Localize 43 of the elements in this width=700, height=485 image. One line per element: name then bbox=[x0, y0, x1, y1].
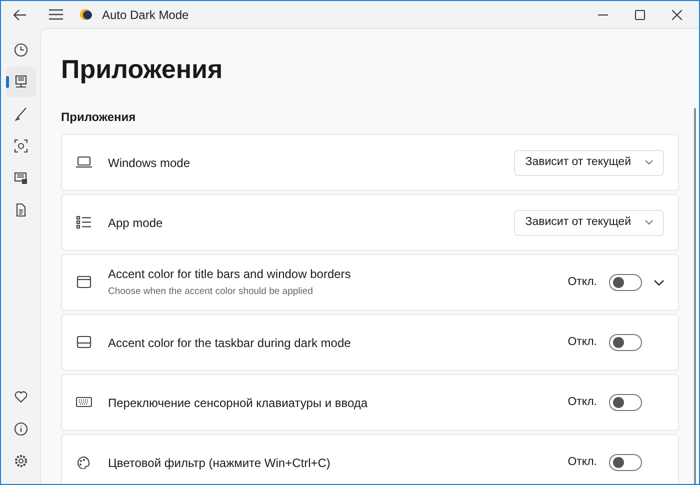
close-icon[interactable] bbox=[672, 10, 682, 20]
list-icon bbox=[76, 216, 92, 229]
heart-icon bbox=[14, 390, 28, 404]
toggle-switch[interactable] bbox=[609, 334, 642, 351]
setting-label: Accent color for the taskbar during dark mode bbox=[108, 334, 352, 352]
settings-icon bbox=[14, 454, 28, 468]
toggle-switch[interactable] bbox=[609, 274, 642, 291]
info-icon bbox=[14, 422, 28, 436]
brush-icon bbox=[14, 107, 28, 121]
palette-icon bbox=[76, 456, 92, 469]
caret-icon bbox=[645, 220, 653, 225]
scrollbar[interactable] bbox=[694, 108, 696, 484]
maximize-icon[interactable] bbox=[635, 10, 645, 20]
back-icon[interactable] bbox=[13, 8, 27, 20]
taskbar-icon bbox=[76, 336, 92, 349]
selection-indicator bbox=[6, 76, 8, 88]
window-title: Auto Dark Mode bbox=[102, 6, 189, 24]
page-title: Приложения bbox=[61, 53, 224, 86]
nav-item[interactable] bbox=[6, 67, 36, 97]
section-title: Приложения bbox=[61, 109, 137, 126]
caret-icon bbox=[645, 160, 653, 165]
monitor-icon bbox=[14, 75, 28, 89]
setting-label: Windows mode bbox=[108, 154, 192, 172]
document-icon bbox=[14, 203, 28, 217]
toggle-switch[interactable] bbox=[609, 394, 642, 411]
setting-label: Цветовой фильтр (нажмите Win+Ctrl+C) bbox=[108, 454, 332, 472]
toggle-state: Откл. bbox=[568, 454, 597, 470]
window-icon bbox=[76, 276, 92, 289]
setting-label: App mode bbox=[108, 214, 164, 232]
toggle-state: Откл. bbox=[568, 394, 597, 410]
setting-label: Переключение сенсорной клавиатуры и ввода bbox=[108, 394, 369, 412]
sun-moon-icon bbox=[79, 8, 92, 21]
laptop-icon bbox=[76, 156, 92, 169]
toggle-switch[interactable] bbox=[609, 454, 642, 471]
clock-icon bbox=[14, 43, 28, 57]
chevron-icon[interactable] bbox=[654, 280, 664, 286]
dropdown[interactable]: Зависит от текущей bbox=[514, 150, 664, 176]
menu-icon[interactable] bbox=[49, 9, 63, 20]
dropdown[interactable]: Зависит от текущей bbox=[514, 210, 664, 236]
toggle-state: Откл. bbox=[568, 334, 597, 350]
setting-label: Accent color for title bars and window borders bbox=[108, 266, 352, 284]
toggle-state: Откл. bbox=[568, 274, 597, 290]
setting-description: Choose when the accent color should be applied bbox=[108, 285, 314, 300]
